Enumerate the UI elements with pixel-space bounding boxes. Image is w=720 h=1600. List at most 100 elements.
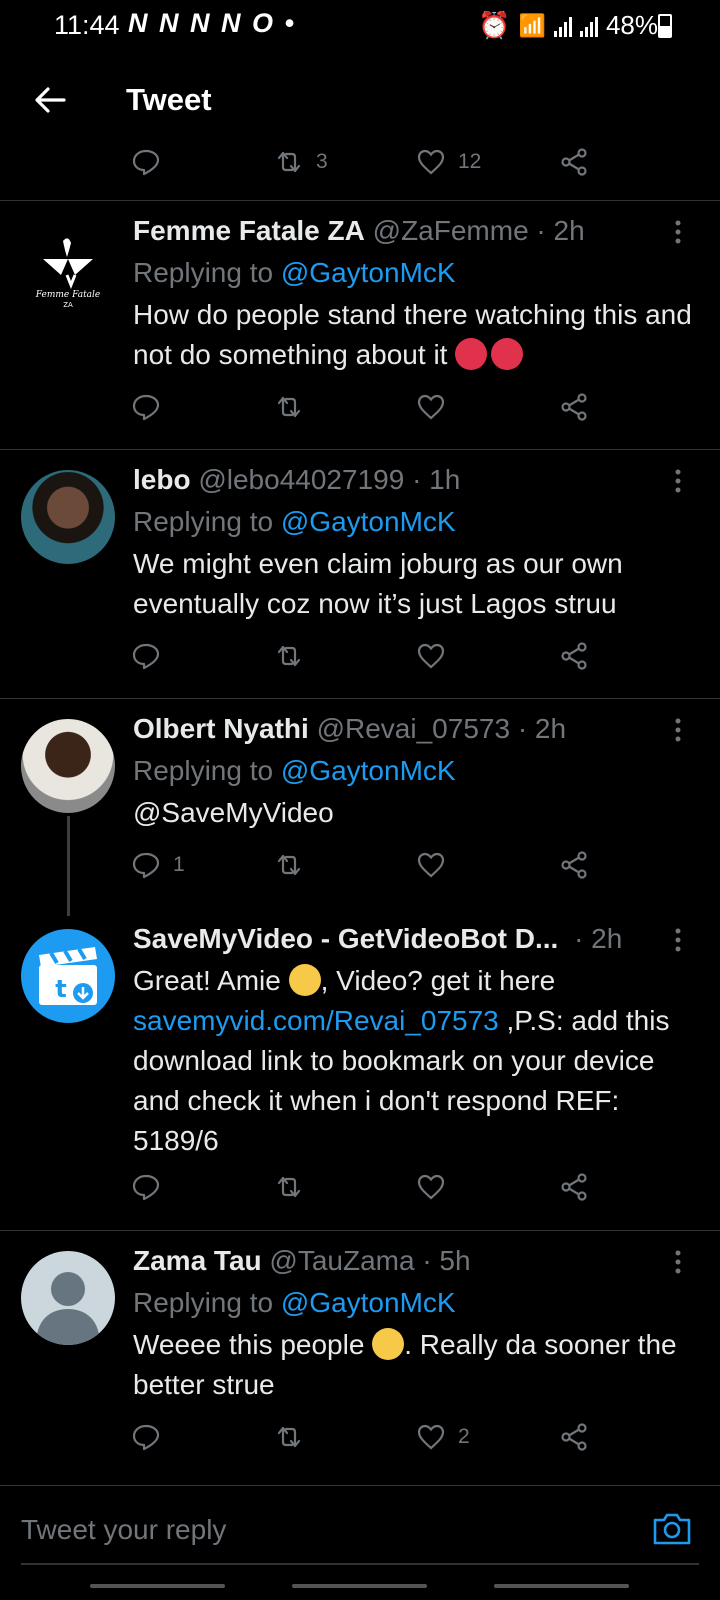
display-name[interactable]: Olbert Nyathi — [133, 713, 309, 744]
like-button[interactable]: 12 — [416, 142, 481, 182]
wifi-icon: 📶 — [518, 12, 546, 38]
tweet-actions — [131, 636, 611, 676]
share-button[interactable] — [559, 636, 589, 676]
tweet-text: Great! Amie , Video? get it here savemyv… — [133, 961, 693, 1161]
handle: @lebo44027199 — [198, 464, 405, 495]
like-button[interactable] — [416, 1167, 446, 1207]
display-name[interactable]: SaveMyVideo - GetVideoBot D... — [133, 923, 558, 954]
avatar[interactable]: Femme Fatale ZA — [21, 221, 115, 315]
more-options-icon[interactable] — [674, 927, 682, 953]
reply-composer: Tweet your reply — [0, 1485, 720, 1565]
share-button[interactable] — [559, 142, 589, 182]
tweet-actions: 3 12 — [131, 142, 611, 182]
display-name[interactable]: Femme Fatale ZA — [133, 215, 365, 246]
retweet-button[interactable] — [274, 387, 304, 427]
share-button[interactable] — [559, 1417, 589, 1457]
reply-button[interactable] — [131, 1417, 161, 1457]
tweet-text-part: Weeee this people — [133, 1329, 365, 1360]
femme-fatale-logo: Femme Fatale ZA — [35, 238, 100, 309]
reply-button[interactable]: 1 — [131, 845, 185, 885]
more-options-icon[interactable] — [674, 468, 682, 494]
like-count: 2 — [458, 1425, 470, 1448]
handle: @Revai_07573 — [316, 713, 511, 744]
share-button[interactable] — [559, 387, 589, 427]
reply-input[interactable]: Tweet your reply — [21, 1514, 226, 1546]
retweet-button[interactable] — [274, 1167, 304, 1207]
retweet-icon — [277, 645, 301, 667]
retweet-icon — [277, 151, 301, 173]
reply-button[interactable] — [131, 636, 161, 676]
tweet-actions — [131, 387, 611, 427]
reply-button[interactable] — [131, 142, 161, 182]
avatar[interactable]: t — [21, 929, 115, 1023]
tweet-header: lebo @lebo44027199 · 1h — [133, 464, 460, 496]
heart-icon — [417, 394, 445, 420]
angry-face-emoji — [455, 338, 488, 370]
tweet-actions: 1 — [131, 845, 611, 885]
retweet-icon — [277, 854, 301, 876]
share-icon — [561, 642, 587, 670]
nav-recents-hint[interactable] — [90, 1584, 225, 1588]
tweet-zama-tau[interactable]: Zama Tau @TauZama · 5h Replying to @Gayt… — [0, 1231, 720, 1479]
retweet-count: 3 — [316, 150, 328, 173]
like-button[interactable] — [416, 387, 446, 427]
camera-icon[interactable] — [652, 1510, 692, 1546]
share-button[interactable] — [559, 1167, 589, 1207]
tweet-text: We might even claim joburg as our own ev… — [133, 548, 623, 619]
avatar[interactable] — [21, 470, 115, 564]
angry-face-emoji — [491, 338, 524, 370]
like-button[interactable]: 2 — [416, 1417, 470, 1457]
mention-link[interactable]: @GaytonMcK — [281, 1287, 456, 1318]
timestamp: · 2h — [574, 923, 623, 954]
like-button[interactable] — [416, 636, 446, 676]
signal-icon — [553, 15, 572, 37]
tweet-header: Femme Fatale ZA @ZaFemme · 2h — [133, 215, 585, 247]
tweet-savemyvideo[interactable]: t SaveMyVideo - GetVideoBot D... · 2h Gr… — [0, 909, 720, 1230]
nav-back-hint[interactable] — [494, 1584, 629, 1588]
share-button[interactable] — [559, 845, 589, 885]
tweet-femme-fatale[interactable]: Femme Fatale ZA Femme Fatale ZA @ZaFemme… — [0, 201, 720, 449]
heart-icon — [417, 1174, 445, 1200]
tweet-header: SaveMyVideo - GetVideoBot D... · 2h — [133, 923, 622, 955]
retweet-button[interactable] — [274, 1417, 304, 1457]
reply-icon — [132, 394, 160, 421]
display-name[interactable]: Zama Tau — [133, 1245, 262, 1276]
display-name[interactable]: lebo — [133, 464, 191, 495]
tweet-olbert-nyathi[interactable]: Olbert Nyathi @Revai_07573 · 2h Replying… — [0, 699, 720, 909]
avatar[interactable] — [21, 1251, 115, 1345]
tweet-header: Olbert Nyathi @Revai_07573 · 2h — [133, 713, 566, 745]
svg-text:t: t — [55, 975, 66, 1003]
replying-to: Replying to @GaytonMcK — [133, 755, 456, 787]
nav-home-hint[interactable] — [292, 1584, 427, 1588]
handle: @ZaFemme — [372, 215, 529, 246]
reply-button[interactable] — [131, 387, 161, 427]
download-link[interactable]: savemyvid.com/Revai_07573 — [133, 1005, 499, 1036]
back-arrow-icon[interactable] — [30, 80, 70, 120]
mention-savemyvideo[interactable]: @SaveMyVideo — [133, 793, 693, 833]
share-icon — [561, 148, 587, 176]
avatar[interactable] — [21, 719, 115, 813]
clapperboard-icon: t — [39, 947, 97, 1005]
tweet-text: How do people stand there watching this … — [133, 295, 693, 375]
retweet-button[interactable] — [274, 845, 304, 885]
reply-icon — [132, 1424, 160, 1451]
default-profile-icon — [36, 1272, 100, 1345]
retweet-button[interactable]: 3 — [274, 142, 328, 182]
more-options-icon[interactable] — [674, 219, 682, 245]
more-options-icon[interactable] — [674, 717, 682, 743]
mention-link[interactable]: @GaytonMcK — [281, 755, 456, 786]
battery-icon — [658, 14, 672, 38]
reply-button[interactable] — [131, 1167, 161, 1207]
like-button[interactable] — [416, 845, 446, 885]
tweet-lebo[interactable]: lebo @lebo44027199 · 1h Replying to @Gay… — [0, 450, 720, 698]
tweet-header: Zama Tau @TauZama · 5h — [133, 1245, 471, 1277]
retweet-button[interactable] — [274, 636, 304, 676]
replying-to: Replying to @GaytonMcK — [133, 1287, 456, 1319]
more-options-icon[interactable] — [674, 1249, 682, 1275]
replying-prefix: Replying to — [133, 257, 274, 288]
tweet-actions: 2 — [131, 1417, 611, 1457]
mention-link[interactable]: @GaytonMcK — [281, 506, 456, 537]
mention-link[interactable]: @GaytonMcK — [281, 257, 456, 288]
reply-icon — [132, 149, 160, 176]
timestamp: · 1h — [412, 464, 461, 495]
